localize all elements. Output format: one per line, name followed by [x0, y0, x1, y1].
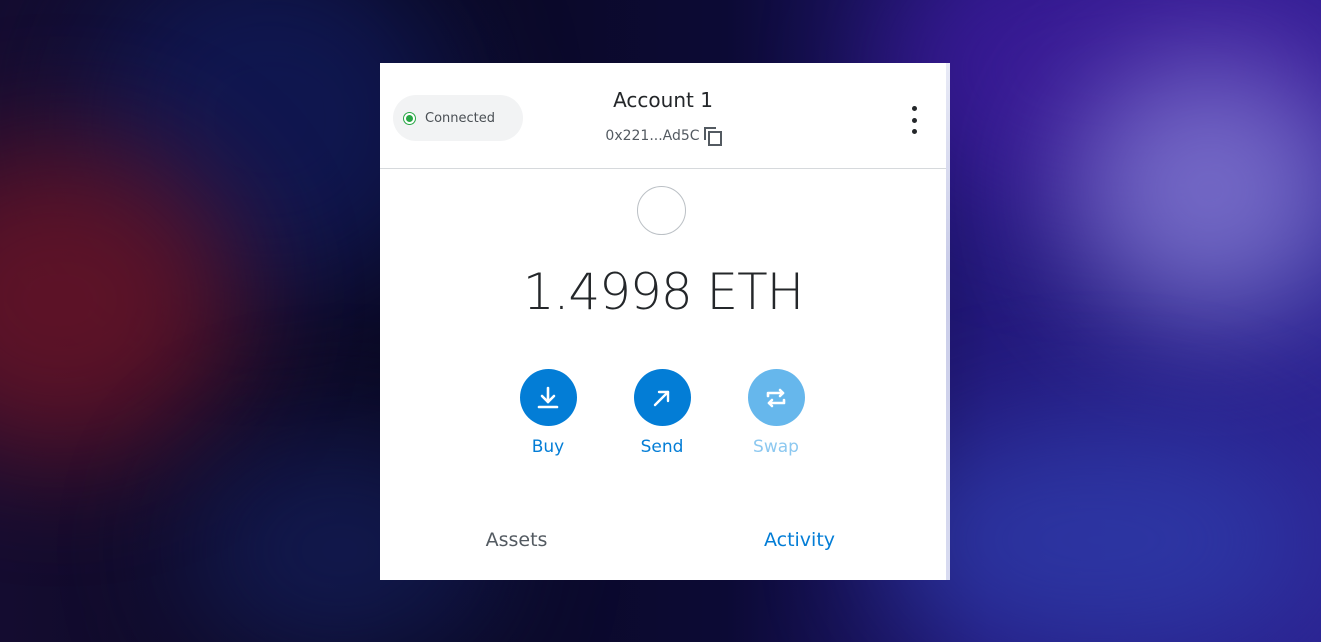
download-icon[interactable] — [519, 369, 577, 426]
eth-balance: 1.4998 ETH — [522, 263, 805, 321]
swap-icon[interactable] — [747, 369, 805, 426]
tab-assets[interactable]: Assets — [380, 529, 658, 551]
connection-status-label: Connected — [425, 110, 496, 126]
account-address-row[interactable]: 0x221...Ad5C — [380, 127, 946, 146]
arrow-up-right-icon[interactable] — [633, 369, 691, 426]
send-label: Send — [640, 437, 684, 457]
account-options-menu-icon[interactable] — [904, 106, 924, 134]
buy-button[interactable]: Buy — [508, 369, 588, 457]
account-address[interactable]: 0x221...Ad5C — [605, 128, 699, 144]
account-name[interactable]: Account 1 — [380, 88, 946, 112]
send-button[interactable]: Send — [622, 369, 702, 457]
wallet-popup: Connected Account 1 0x221...Ad5C 1.4998 … — [380, 63, 946, 580]
account-header: Connected Account 1 0x221...Ad5C — [380, 63, 946, 169]
background-window-edge — [946, 63, 950, 580]
copy-icon[interactable] — [703, 127, 722, 146]
buy-label: Buy — [531, 437, 565, 457]
tab-activity[interactable]: Activity — [658, 529, 941, 551]
connected-dot-icon — [406, 114, 413, 122]
account-avatar — [637, 186, 686, 235]
swap-label: Swap — [753, 437, 799, 457]
swap-button[interactable]: Swap — [736, 369, 816, 457]
